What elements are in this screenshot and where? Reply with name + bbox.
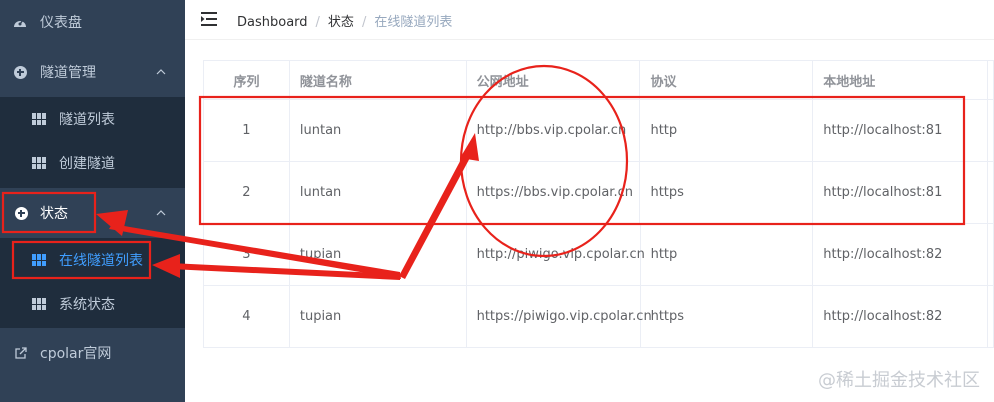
cell-local: http://localhost:82 (813, 286, 989, 347)
cell-extra (988, 162, 994, 223)
watermark: @稀土掘金技术社区 (818, 370, 980, 391)
breadcrumb-dashboard[interactable]: Dashboard (237, 15, 308, 30)
column-header-index: 序列 (204, 61, 290, 99)
cell-name: luntan (290, 100, 467, 161)
chevron-up-icon (156, 69, 166, 75)
cell-name: tupian (290, 224, 467, 285)
column-header-extra (988, 61, 994, 99)
cell-protocol: http (640, 100, 814, 161)
column-header-public-url: 公网地址 (466, 61, 641, 99)
table-grid-icon (32, 254, 46, 266)
cell-index: 1 (204, 100, 290, 161)
breadcrumb: Dashboard / 状态 / 在线隧道列表 (237, 11, 452, 30)
cell-extra (988, 286, 994, 347)
cell-name: tupian (290, 286, 467, 347)
plus-circle-icon (13, 65, 27, 79)
cell-public-url: https://bbs.vip.cpolar.cn (467, 162, 641, 223)
table-row: 2 luntan https://bbs.vip.cpolar.cn https… (204, 162, 994, 224)
sidebar-item-label: 仪表盘 (40, 15, 82, 31)
table-row: 3 tupian http://piwigo.vip.cpolar.cn htt… (204, 224, 994, 286)
sidebar-item-online-tunnels[interactable]: 在线隧道列表 (0, 238, 185, 282)
table-grid-icon (32, 157, 46, 169)
table-row: 4 tupian https://piwigo.vip.cpolar.cn ht… (204, 286, 994, 348)
plus-circle-icon (14, 206, 28, 220)
cell-protocol: https (641, 286, 814, 347)
sidebar-item-label: 在线隧道列表 (59, 253, 143, 269)
cell-index: 3 (204, 224, 290, 285)
column-header-name: 隧道名称 (289, 61, 467, 99)
dashboard-icon (13, 15, 27, 29)
cell-name: luntan (290, 162, 467, 223)
sidebar-item-system-status[interactable]: 系统状态 (0, 282, 185, 326)
table-grid-icon (32, 113, 46, 125)
cell-local: http://localhost:82 (813, 224, 989, 285)
sidebar-item-tunnel-list[interactable]: 隧道列表 (0, 97, 185, 141)
cell-index: 2 (204, 162, 290, 223)
cell-public-url: https://piwigo.vip.cpolar.cn (467, 286, 652, 347)
breadcrumb-current: 在线隧道列表 (374, 15, 453, 30)
external-link-icon (13, 346, 27, 360)
sidebar-item-tunnel-management[interactable]: 隧道管理 (0, 47, 185, 97)
sidebar-item-label: 隧道管理 (40, 65, 96, 81)
column-header-local: 本地地址 (813, 61, 989, 99)
cell-public-url: http://bbs.vip.cpolar.cn (467, 100, 641, 161)
sidebar-item-cpolar-site[interactable]: cpolar官网 (0, 328, 185, 378)
cell-protocol: http (641, 224, 814, 285)
sidebar-item-create-tunnel[interactable]: 创建隧道 (0, 141, 185, 185)
tunnel-table: 序列 隧道名称 公网地址 协议 本地地址 1 luntan http://bbs… (203, 60, 994, 348)
breadcrumb-separator: / (361, 15, 367, 30)
column-header-protocol: 协议 (640, 61, 814, 99)
cell-local: http://localhost:81 (813, 100, 989, 161)
sidebar-item-label: 创建隧道 (59, 156, 115, 172)
cell-protocol: https (640, 162, 814, 223)
chevron-up-icon (156, 210, 166, 216)
sidebar-item-label: cpolar官网 (40, 346, 112, 362)
navbar: Dashboard / 状态 / 在线隧道列表 (185, 0, 994, 40)
sidebar-item-dashboard[interactable]: 仪表盘 (0, 0, 185, 47)
sidebar-item-status[interactable]: 状态 (0, 188, 185, 238)
cell-extra (988, 100, 994, 161)
breadcrumb-status[interactable]: 状态 (328, 15, 354, 30)
sidebar: 仪表盘 隧道管理 隧道列表 创建隧道 状态 在线隧道列表 系统状态 cpolar… (0, 0, 185, 402)
table-grid-icon (32, 298, 46, 310)
sidebar-item-label: 系统状态 (59, 297, 115, 313)
table-header-row: 序列 隧道名称 公网地址 协议 本地地址 (204, 61, 994, 100)
cell-local: http://localhost:81 (813, 162, 989, 223)
breadcrumb-separator: / (315, 15, 320, 30)
sidebar-item-label: 隧道列表 (59, 112, 115, 128)
cell-index: 4 (204, 286, 290, 347)
hamburger-icon[interactable] (201, 12, 217, 26)
sidebar-item-label: 状态 (40, 206, 68, 222)
cell-extra (988, 224, 994, 285)
cell-public-url: http://piwigo.vip.cpolar.cn (467, 224, 645, 285)
table-row: 1 luntan http://bbs.vip.cpolar.cn http h… (204, 100, 994, 162)
